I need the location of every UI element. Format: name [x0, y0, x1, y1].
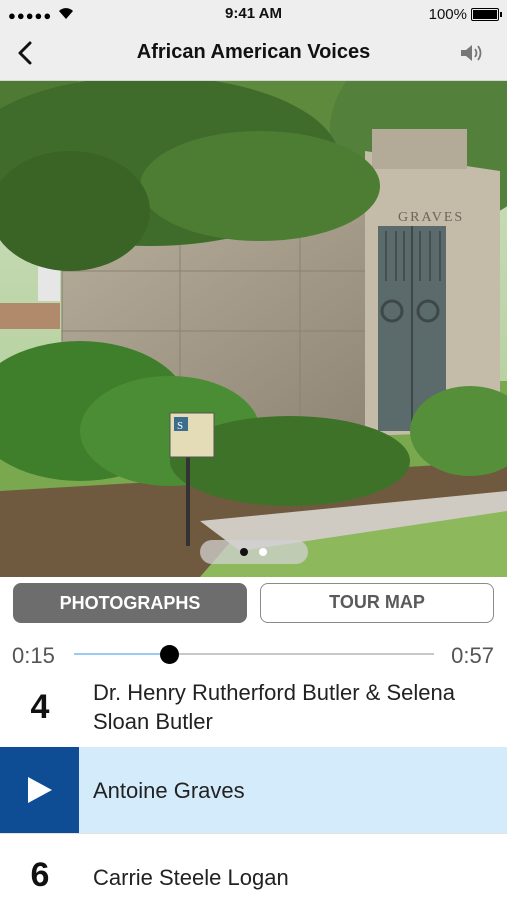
stop-number: 4	[30, 688, 50, 726]
stop-name: Carrie Steele Logan	[93, 865, 289, 890]
pager-dot-active[interactable]	[240, 548, 248, 556]
photographs-button[interactable]: PHOTOGRAPHS	[13, 583, 247, 623]
mausoleum-photo: GRAVES S	[0, 81, 507, 577]
stop-name: Dr. Henry Rutherford Butler & Selena Slo…	[93, 680, 455, 734]
audio-scrubber-handle[interactable]	[159, 645, 179, 664]
battery-icon	[471, 8, 502, 21]
chevron-left-icon[interactable]	[10, 38, 40, 68]
photo-pager[interactable]	[200, 540, 308, 564]
battery-percentage: 100%	[428, 6, 467, 23]
stop-list-item[interactable]: 6 Carrie Steele Logan	[0, 833, 507, 900]
stop-photograph[interactable]: GRAVES S	[0, 81, 507, 577]
status-bar: ●●●●● 9:41 AM 100%	[0, 0, 507, 28]
stop-list-item[interactable]: 4 Dr. Henry Rutherford Butler & Selena S…	[0, 670, 507, 748]
navigation-bar: African American Voices	[0, 28, 507, 81]
sign-letter: S	[177, 420, 183, 432]
speaker-icon[interactable]	[459, 42, 485, 64]
tour-map-button[interactable]: TOUR MAP	[260, 583, 494, 623]
page-title: African American Voices	[136, 41, 371, 63]
stop-list-item-playing[interactable]: Antoine Graves	[0, 747, 507, 833]
stop-name: Antoine Graves	[93, 778, 245, 803]
audio-progress-played	[74, 653, 169, 655]
stop-number: 6	[30, 856, 50, 894]
audio-progress-track[interactable]	[74, 653, 434, 655]
play-button[interactable]	[0, 747, 79, 833]
pager-dot[interactable]	[259, 548, 267, 556]
total-duration: 0:57	[451, 643, 494, 668]
elapsed-time: 0:15	[12, 643, 55, 668]
play-icon	[28, 777, 52, 803]
mausoleum-inscription: GRAVES	[398, 210, 464, 225]
